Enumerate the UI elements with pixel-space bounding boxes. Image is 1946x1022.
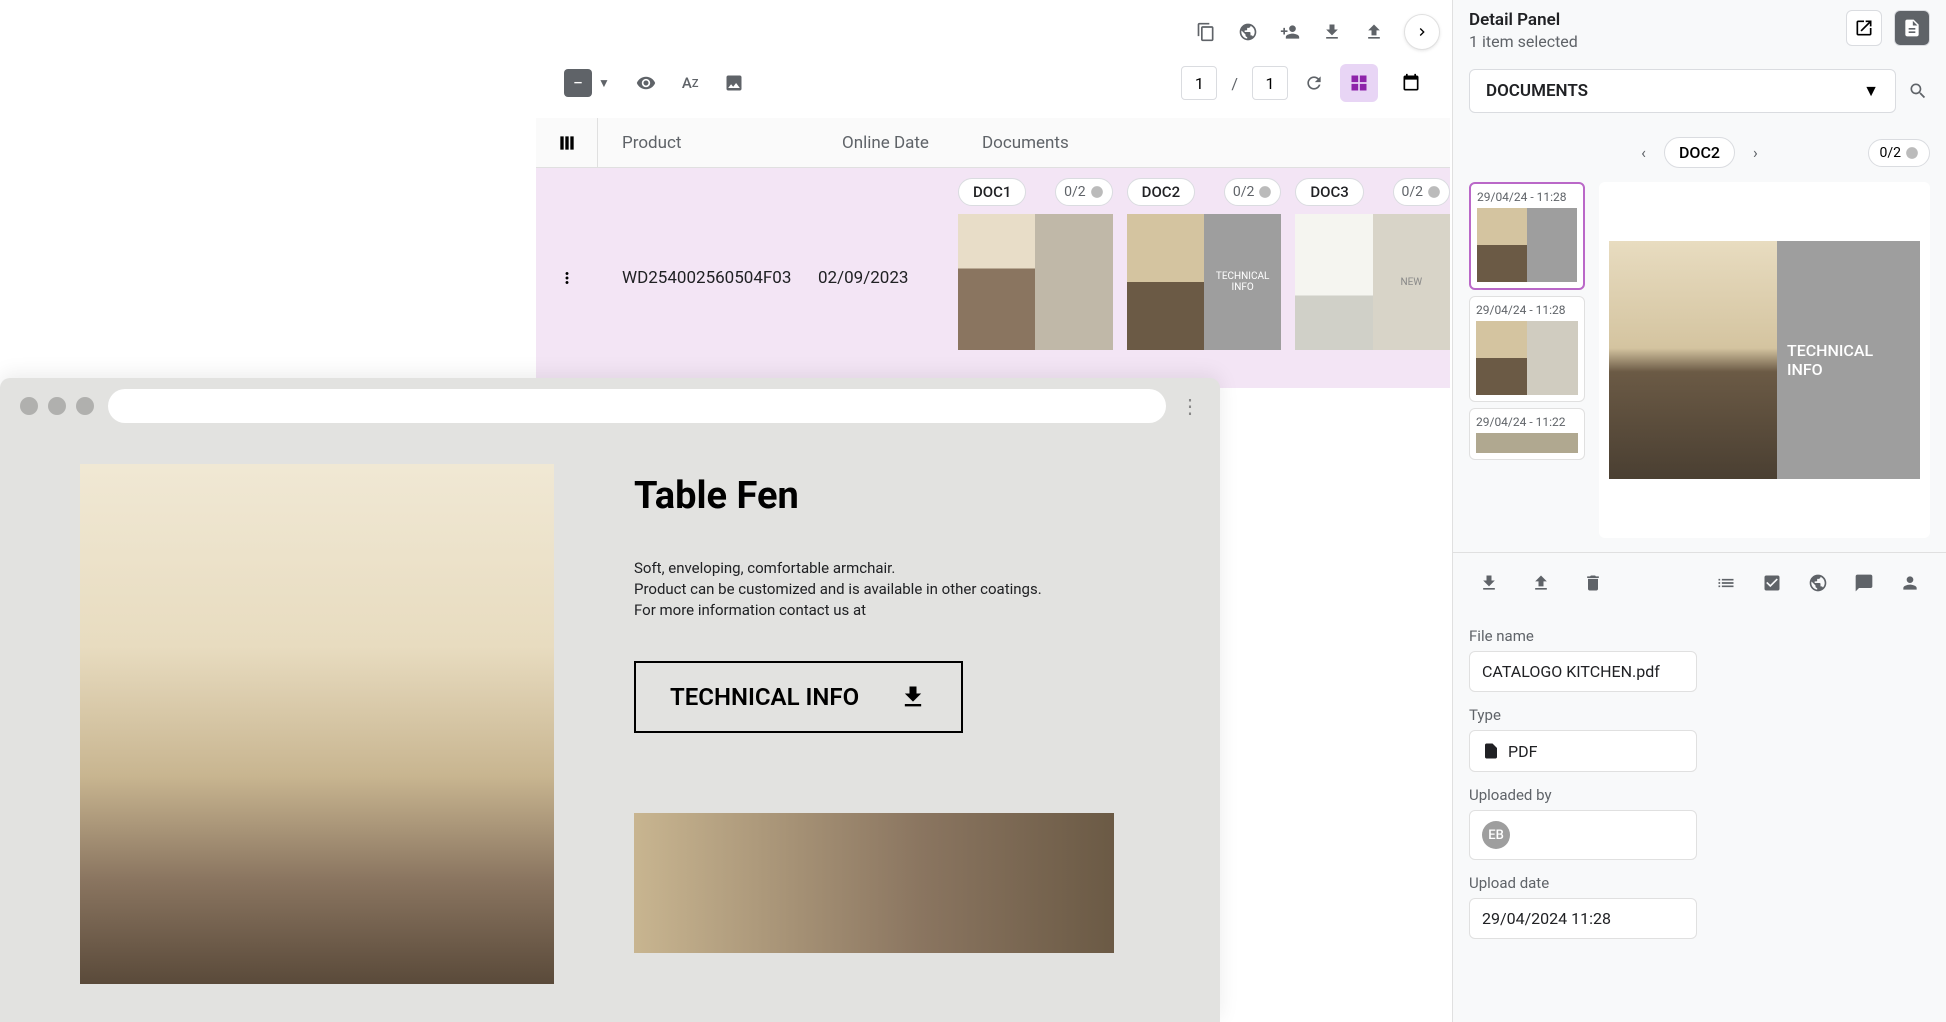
detail-actions-bar xyxy=(1453,552,1946,613)
doc-card-2[interactable]: DOC2 0/2 TECHNICAL INFO xyxy=(1127,178,1282,350)
download-icon[interactable] xyxy=(1320,20,1344,44)
page-total-input xyxy=(1252,66,1288,100)
column-toggle-button[interactable] xyxy=(536,118,598,168)
product-secondary-image xyxy=(634,813,1114,953)
checkbox-icon[interactable] xyxy=(1760,571,1784,595)
nav-next-icon[interactable]: › xyxy=(1753,143,1758,162)
header-product[interactable]: Product xyxy=(598,133,818,153)
image-icon[interactable] xyxy=(722,71,746,95)
cell-product: WD254002560504F03 xyxy=(598,268,818,288)
url-bar[interactable] xyxy=(108,389,1166,423)
doc-badge: DOC2 xyxy=(1127,178,1195,206)
detail-thumbnails-list: 29/04/24 - 11:28 29/04/24 - 11:28 29/04/… xyxy=(1469,182,1585,538)
expand-panel-icon[interactable] xyxy=(1404,14,1440,50)
nav-prev-icon[interactable]: ‹ xyxy=(1641,143,1646,162)
avatar: EB xyxy=(1482,821,1510,849)
upload-icon[interactable] xyxy=(1362,20,1386,44)
page-current-input[interactable] xyxy=(1181,66,1217,100)
browser-preview-window: ⋮ Table Fen Soft, enveloping, comfortabl… xyxy=(0,378,1220,1022)
person-icon[interactable] xyxy=(1898,571,1922,595)
doc-thumbnail xyxy=(958,214,1113,350)
cell-date: 02/09/2023 xyxy=(818,268,958,288)
doc-thumbnail: TECHNICAL INFO xyxy=(1127,214,1282,350)
grid-toolbar: − ▼ AZ / xyxy=(564,64,1450,102)
chevron-down-icon: ▼ xyxy=(1863,81,1879,101)
table-header-row: Product Online Date Documents xyxy=(536,118,1450,168)
doc-status: 0/2 xyxy=(1393,178,1451,206)
detail-panel-header: Detail Panel 1 item selected xyxy=(1453,0,1946,59)
calendar-view-button[interactable] xyxy=(1392,64,1430,102)
doc-card-1[interactable]: DOC1 0/2 xyxy=(958,178,1113,350)
browser-page-content: Table Fen Soft, enveloping, comfortable … xyxy=(0,434,1220,1014)
row-menu-icon[interactable] xyxy=(536,168,598,388)
copy-icon[interactable] xyxy=(1194,20,1218,44)
doc-thumbnail: NEW xyxy=(1295,214,1450,350)
open-external-icon[interactable] xyxy=(1846,10,1882,46)
header-documents[interactable]: Documents xyxy=(958,133,1450,153)
thumb-item-3[interactable]: 29/04/24 - 11:22 xyxy=(1469,408,1585,460)
product-title: Table Fen xyxy=(634,474,1140,518)
thumb-item-2[interactable]: 29/04/24 - 11:28 xyxy=(1469,296,1585,402)
top-action-bar xyxy=(1194,14,1450,50)
detail-panel: Detail Panel 1 item selected DOCUMENTS ▼… xyxy=(1452,0,1946,1022)
field-upload-date: Upload date 29/04/2024 11:28 xyxy=(1469,874,1697,939)
field-uploaded-by: Uploaded by EB xyxy=(1469,786,1697,860)
window-min-dot[interactable] xyxy=(48,397,66,415)
visibility-icon[interactable] xyxy=(634,71,658,95)
window-controls xyxy=(20,397,94,415)
browser-menu-icon[interactable]: ⋮ xyxy=(1180,394,1200,418)
document-icon[interactable] xyxy=(1894,10,1930,46)
doc-status: 0/2 xyxy=(1055,178,1113,206)
select-all-checkbox[interactable]: − xyxy=(564,69,592,97)
browser-chrome-bar: ⋮ xyxy=(0,378,1220,434)
search-icon[interactable] xyxy=(1906,79,1930,103)
detail-content: 29/04/24 - 11:28 29/04/24 - 11:28 29/04/… xyxy=(1453,182,1946,538)
globe-icon[interactable] xyxy=(1236,20,1260,44)
grid-view-button[interactable] xyxy=(1340,64,1378,102)
upload-icon[interactable] xyxy=(1529,571,1553,595)
delete-icon[interactable] xyxy=(1581,571,1605,595)
page-separator: / xyxy=(1231,74,1238,93)
download-icon[interactable] xyxy=(1477,571,1501,595)
detail-preview[interactable]: TECHNICAL INFO xyxy=(1599,182,1930,538)
table-row[interactable]: WD254002560504F03 02/09/2023 DOC1 0/2 DO… xyxy=(536,168,1450,388)
toolbar-left-group: − ▼ AZ xyxy=(564,69,746,97)
refresh-icon[interactable] xyxy=(1302,71,1326,95)
cell-documents: DOC1 0/2 DOC2 0/2 TECHNICAL INFO DOC3 0/… xyxy=(958,168,1450,388)
field-filename: File name CATALOGO KITCHEN.pdf xyxy=(1469,627,1697,692)
toolbar-right-group: / xyxy=(1181,64,1450,102)
window-close-dot[interactable] xyxy=(20,397,38,415)
field-type: Type PDF xyxy=(1469,706,1697,772)
technical-info-button[interactable]: TECHNICAL INFO xyxy=(634,661,963,733)
documents-dropdown[interactable]: DOCUMENTS ▼ xyxy=(1469,69,1896,113)
sort-az-icon[interactable]: AZ xyxy=(682,71,699,95)
list-icon[interactable] xyxy=(1714,571,1738,595)
nav-counter: 0/2 xyxy=(1868,139,1930,167)
window-max-dot[interactable] xyxy=(76,397,94,415)
person-add-icon[interactable] xyxy=(1278,20,1302,44)
doc-badge: DOC3 xyxy=(1295,178,1363,206)
detail-panel-subtitle: 1 item selected xyxy=(1469,32,1578,51)
thumb-item-1[interactable]: 29/04/24 - 11:28 xyxy=(1469,182,1585,290)
product-hero-image xyxy=(80,464,554,984)
header-online-date[interactable]: Online Date xyxy=(818,133,958,153)
product-description: Soft, enveloping, comfortable armchair. … xyxy=(634,558,1140,621)
detail-fields: File name CATALOGO KITCHEN.pdf Type PDF … xyxy=(1453,613,1946,953)
comment-icon[interactable] xyxy=(1852,571,1876,595)
doc-badge: DOC1 xyxy=(958,178,1026,206)
nav-current-doc: DOC2 xyxy=(1664,137,1735,168)
detail-panel-title: Detail Panel xyxy=(1469,10,1578,30)
doc-card-3[interactable]: DOC3 0/2 NEW xyxy=(1295,178,1450,350)
select-dropdown-caret[interactable]: ▼ xyxy=(598,76,610,90)
globe-icon[interactable] xyxy=(1806,571,1830,595)
doc-status: 0/2 xyxy=(1224,178,1282,206)
detail-nav: ‹ DOC2 › 0/2 xyxy=(1453,123,1946,182)
product-info-column: Table Fen Soft, enveloping, comfortable … xyxy=(634,464,1140,984)
